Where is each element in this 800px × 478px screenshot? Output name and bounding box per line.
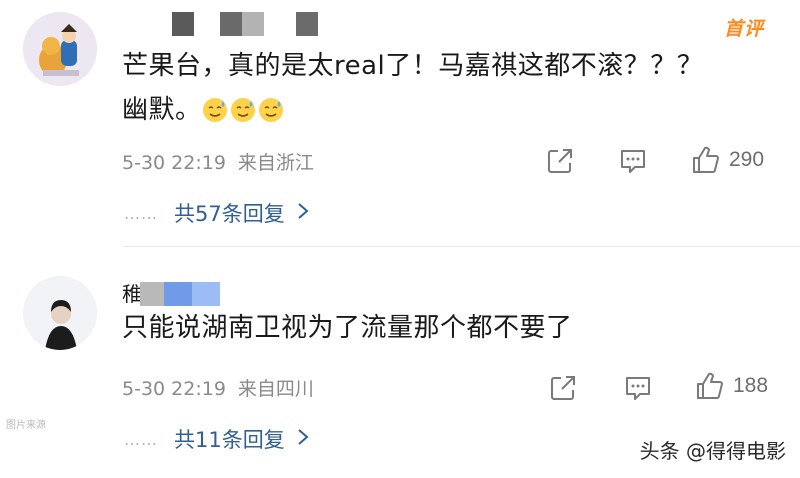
- username-partial: 稚: [122, 282, 142, 306]
- view-replies-link[interactable]: …… 共11条回复: [124, 424, 309, 454]
- comment-meta: 5-30 22:19 来自四川: [122, 374, 314, 401]
- comment-date: 5-30 22:19: [122, 378, 226, 400]
- first-comment-badge: 首评: [724, 18, 765, 40]
- like-count: 188: [733, 374, 769, 397]
- comment-text-line1: 芒果台，真的是太real了！马嘉祺这都不滚？？？: [122, 51, 704, 81]
- sweat-smile-emoji: [258, 93, 284, 122]
- like-count: 290: [729, 148, 765, 171]
- like-button[interactable]: 290: [691, 145, 764, 175]
- reply-dots: ……: [124, 429, 158, 449]
- chevron-right-icon: [297, 427, 309, 451]
- reply-dots: ……: [124, 203, 158, 223]
- comment-text: 芒果台，真的是太real了！马嘉祺这都不滚？？？ 幽默。: [122, 44, 703, 132]
- share-button[interactable]: [546, 147, 574, 175]
- share-icon: [548, 149, 572, 173]
- sweat-smile-emoji: [230, 93, 256, 122]
- avatar-image: [23, 276, 97, 350]
- view-replies-link[interactable]: …… 共57条回复: [124, 198, 309, 228]
- reply-count: 共11条回复: [174, 428, 285, 452]
- comment-divider: [122, 246, 800, 247]
- comment-location: 来自浙江: [237, 152, 314, 174]
- like-button[interactable]: 188: [695, 371, 768, 401]
- comment-1: 首评 芒果台，真的是太real了！马嘉祺这都不滚？？？ 幽默。 5-30 22:…: [0, 0, 800, 240]
- source-watermark: 图片来源: [6, 420, 46, 431]
- share-icon: [551, 376, 575, 400]
- username-redacted[interactable]: [172, 12, 322, 36]
- comment-text: 只能说湖南卫视为了流量那个都不要了: [122, 313, 573, 343]
- share-button[interactable]: [549, 374, 577, 402]
- comment-meta: 5-30 22:19 来自浙江: [122, 148, 314, 175]
- reply-button[interactable]: [624, 375, 652, 401]
- thumbs-up-icon: [693, 146, 719, 173]
- sweat-smile-emoji: [202, 93, 228, 122]
- reply-count: 共57条回复: [174, 202, 285, 226]
- comment-icon: [621, 150, 645, 173]
- comment-date: 5-30 22:19: [122, 152, 226, 174]
- thumbs-up-icon: [697, 372, 723, 399]
- reply-button[interactable]: [619, 148, 647, 174]
- username-redacted[interactable]: 稚: [122, 282, 222, 306]
- avatar[interactable]: [23, 276, 97, 350]
- platform-watermark: 头条 @得得电影: [639, 439, 786, 463]
- avatar-image: [23, 12, 97, 86]
- comment-text-line2-text: 幽默。: [122, 95, 202, 125]
- comment-location: 来自四川: [237, 378, 314, 400]
- chevron-right-icon: [297, 201, 309, 225]
- avatar[interactable]: [23, 12, 97, 86]
- comment-text-line2: 幽默。: [122, 88, 703, 132]
- comment-icon: [626, 377, 650, 400]
